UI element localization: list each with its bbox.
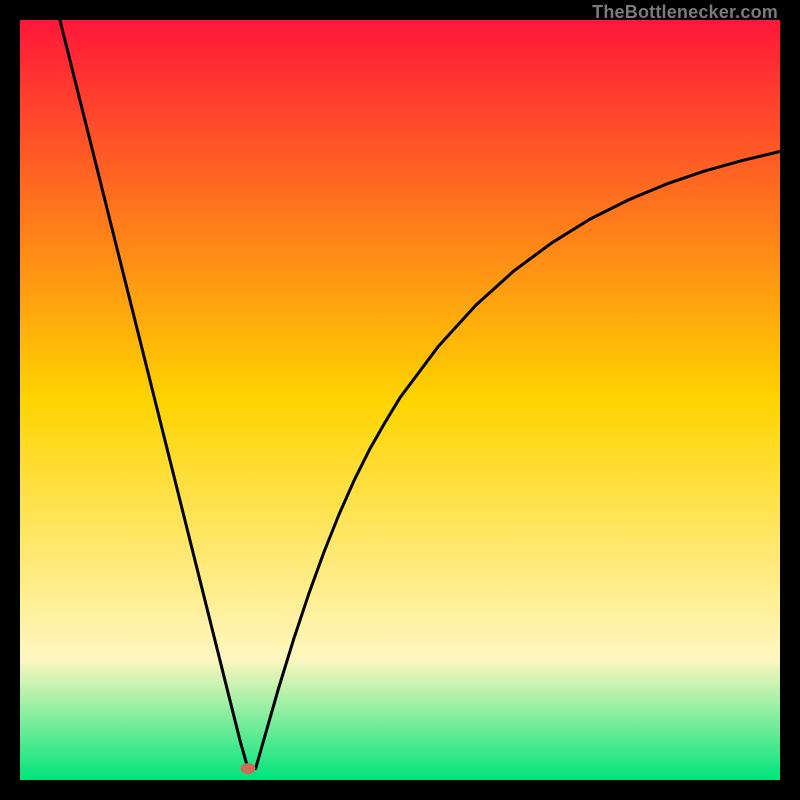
chart-svg: [20, 20, 780, 780]
plot-area: [20, 20, 780, 780]
optimal-point-marker: [241, 764, 255, 774]
chart-frame: TheBottlenecker.com: [0, 0, 800, 800]
attribution-label: TheBottlenecker.com: [592, 2, 778, 23]
